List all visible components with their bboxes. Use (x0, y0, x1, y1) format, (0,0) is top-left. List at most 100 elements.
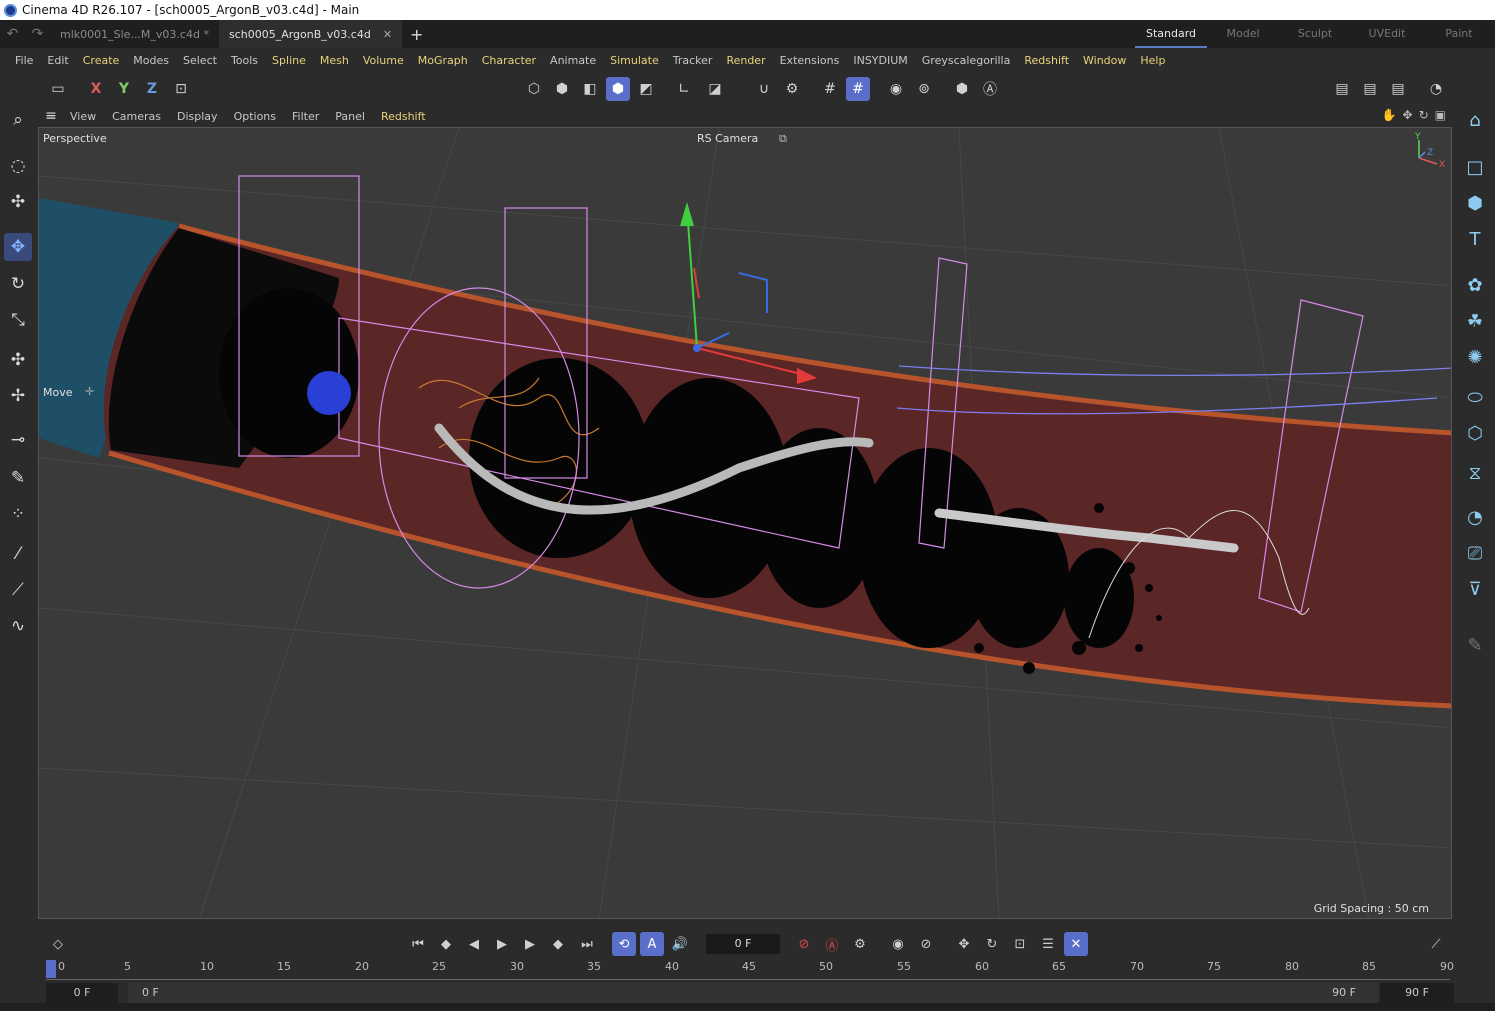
orbit-icon[interactable]: ↻ (1419, 108, 1429, 122)
grid-snap-icon[interactable]: # (818, 77, 842, 101)
cloner-icon[interactable]: ✿ (1460, 270, 1490, 300)
range-slider-track[interactable]: 0 F 90 F (128, 983, 1378, 1003)
snap-settings-icon[interactable]: ⚙ (780, 77, 804, 101)
menu-file[interactable]: File (8, 54, 40, 67)
undo-view-icon[interactable]: ▭ (46, 77, 70, 101)
layout-uvedit[interactable]: UVEdit (1351, 20, 1423, 48)
paint-brush-icon[interactable]: ⁄ (4, 540, 32, 568)
object-mode-icon[interactable]: ◪ (703, 77, 727, 101)
rotate-tool-icon[interactable]: ↻ (4, 270, 32, 298)
text-spline-icon[interactable]: T (1460, 224, 1490, 254)
viewport-menu-display[interactable]: Display (169, 110, 226, 123)
redo-icon[interactable]: ↷ (32, 26, 44, 42)
next-key-icon[interactable]: ◆ (546, 932, 570, 956)
move-tool-icon[interactable]: ✥ (4, 233, 32, 261)
key-settings-icon[interactable]: ☰ (1036, 932, 1060, 956)
layout-sculpt[interactable]: Sculpt (1279, 20, 1351, 48)
previous-key-icon[interactable]: ◆ (434, 932, 458, 956)
key-pla-icon[interactable]: ⊡ (1008, 932, 1032, 956)
weld-tool-icon[interactable]: ⁘ (4, 500, 32, 528)
spline-smooth-icon[interactable]: ∿ (4, 612, 32, 640)
playback-rate-icon[interactable]: A (640, 932, 664, 956)
viewport-menu-redshift[interactable]: Redshift (373, 110, 434, 123)
layout-model[interactable]: Model (1207, 20, 1279, 48)
doc-tab-mlk0001[interactable]: mlk0001_Sle...M_v03.c4d * (50, 20, 219, 48)
z-axis-lock-button[interactable]: Z (140, 77, 164, 101)
menu-greyscalegorilla[interactable]: Greyscalegorilla (915, 54, 1018, 67)
record-keys-icon[interactable]: ⊘ (792, 932, 816, 956)
menu-volume[interactable]: Volume (356, 54, 411, 67)
x-axis-lock-button[interactable]: X (84, 77, 108, 101)
keyframe-selection-icon[interactable]: ⚙ (848, 932, 872, 956)
light-icon[interactable]: ⊽ (1460, 574, 1490, 604)
key-position-icon[interactable]: ◉ (886, 932, 910, 956)
render-visibility-icon[interactable]: ⬢ (950, 77, 974, 101)
menu-character[interactable]: Character (475, 54, 543, 67)
camera-icon[interactable]: ⎚ (1460, 538, 1490, 568)
menu-mograph[interactable]: MoGraph (411, 54, 475, 67)
cube-primitive-icon[interactable]: ⬢ (1460, 188, 1490, 218)
loop-icon[interactable]: ⟲ (612, 932, 636, 956)
brush-select-icon[interactable]: ✎ (4, 464, 32, 492)
viewport-solo-icon[interactable]: ⊚ (912, 77, 936, 101)
menu-render[interactable]: Render (719, 54, 772, 67)
menu-animate[interactable]: Animate (543, 54, 603, 67)
add-tab-icon[interactable]: + (410, 25, 423, 44)
menu-tools[interactable]: Tools (224, 54, 265, 67)
next-frame-icon[interactable]: ▶ (518, 932, 542, 956)
go-to-end-icon[interactable]: ⏭ (575, 932, 599, 956)
redshift-render-icon[interactable]: ◔ (1424, 77, 1448, 101)
solo-icon[interactable]: ◉ (884, 77, 908, 101)
menu-modes[interactable]: Modes (126, 54, 176, 67)
autokey-icon[interactable]: Ⓐ (820, 932, 844, 956)
menu-insydium[interactable]: INSYDIUM (846, 54, 914, 67)
texture-mode-icon[interactable]: ◩ (634, 77, 658, 101)
y-axis-lock-button[interactable]: Y (112, 77, 136, 101)
sculpt-pen-icon[interactable]: ⟋ (4, 576, 32, 604)
current-frame-field[interactable]: 0 F (706, 934, 780, 954)
pan-hand-icon[interactable]: ✋ (1382, 108, 1397, 122)
timeline-graph-icon[interactable]: ⟋ (1424, 932, 1448, 956)
menu-tracker[interactable]: Tracker (666, 54, 720, 67)
deformer-icon[interactable]: ✺ (1460, 342, 1490, 372)
3d-viewport[interactable]: Perspective RS Camera ⧉ Move ✛ Y Z X Gri… (38, 127, 1452, 919)
workplane-snap-icon[interactable]: # (846, 77, 870, 101)
volume-builder-icon[interactable]: ⬭ (1460, 382, 1490, 412)
polygons-mode-icon[interactable]: ◧ (578, 77, 602, 101)
extrude-icon[interactable]: ✢ (4, 382, 32, 410)
render-to-picture-viewer-icon[interactable]: ▤ (1358, 77, 1382, 101)
menu-window[interactable]: Window (1076, 54, 1133, 67)
go-to-start-icon[interactable]: ⏮ (406, 932, 430, 956)
coordinate-system-icon[interactable]: ⊡ (169, 77, 193, 101)
null-object-icon[interactable]: ⌂ (1460, 105, 1490, 135)
viewport-menu-cameras[interactable]: Cameras (104, 110, 169, 123)
sound-icon[interactable]: 🔊 (668, 932, 692, 956)
menu-extensions[interactable]: Extensions (773, 54, 847, 67)
viewport-menu-view[interactable]: View (62, 110, 104, 123)
camera-link-icon[interactable]: ⧉ (779, 132, 787, 146)
model-mode-icon[interactable]: ⬢ (606, 77, 630, 101)
menu-edit[interactable]: Edit (40, 54, 75, 67)
playhead[interactable] (46, 960, 56, 978)
keyframe-diamond-icon[interactable]: ◇ (46, 932, 70, 956)
edges-mode-icon[interactable]: ⬢ (550, 77, 574, 101)
points-mode-icon[interactable]: ⬡ (522, 77, 546, 101)
motion-path-icon[interactable]: ✕ (1064, 932, 1088, 956)
field-object-icon[interactable]: ⬡ (1460, 418, 1490, 448)
live-selection-icon[interactable]: ◌ (4, 152, 32, 180)
render-settings-icon[interactable]: ▤ (1386, 77, 1410, 101)
search-icon[interactable]: ⌕ (4, 106, 32, 134)
spline-pen-icon[interactable]: ✣ (4, 346, 32, 374)
previous-frame-icon[interactable]: ◀ (462, 932, 486, 956)
viewport-camera-label[interactable]: RS Camera (697, 132, 758, 145)
play-icon[interactable]: ▶ (490, 932, 514, 956)
viewport-menu-filter[interactable]: Filter (284, 110, 327, 123)
generator-icon[interactable]: ⧖ (1460, 458, 1490, 488)
scale-tool-icon[interactable]: ⤡ (4, 306, 32, 334)
key-rotation-icon[interactable]: ⊘ (914, 932, 938, 956)
menu-create[interactable]: Create (76, 54, 127, 67)
knife-tool-icon[interactable]: ⊸ (4, 426, 32, 454)
range-end-field[interactable]: 90 F (1380, 983, 1454, 1003)
mograph-effector-icon[interactable]: ☘ (1460, 306, 1490, 336)
viewport-menu-options[interactable]: Options (226, 110, 284, 123)
